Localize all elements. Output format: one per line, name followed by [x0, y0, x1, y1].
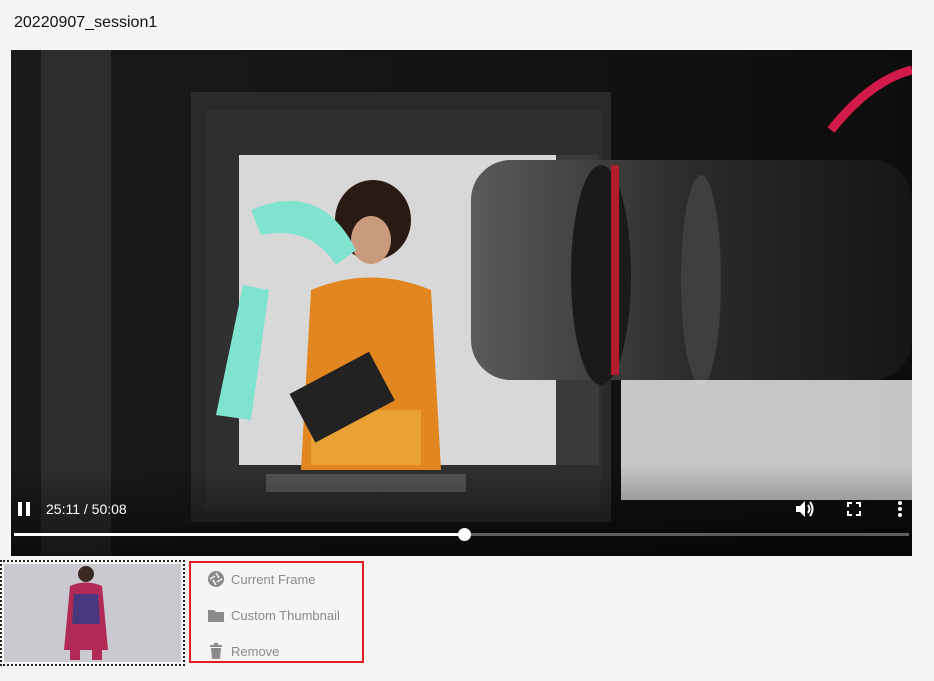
custom-thumbnail-option[interactable]: Custom Thumbnail [207, 606, 340, 624]
progress-bar[interactable] [14, 528, 909, 541]
remove-option[interactable]: Remove [207, 642, 279, 660]
more-vert-icon [898, 501, 902, 517]
thumbnail-image [4, 564, 181, 662]
folder-icon [207, 606, 225, 624]
current-frame-label: Current Frame [231, 571, 316, 587]
controls-gradient [11, 466, 912, 556]
session-title: 20220907_session1 [14, 14, 158, 31]
remove-label: Remove [231, 643, 280, 659]
more-options-button[interactable] [893, 498, 907, 520]
thumbnail-options-menu: Current Frame Custom Thumbnail Remove [189, 561, 364, 663]
progress-fill [14, 533, 465, 536]
thumbnail-picture [4, 564, 181, 662]
volume-icon [796, 501, 814, 517]
custom-thumbnail-label: Custom Thumbnail [231, 607, 340, 623]
fullscreen-icon [847, 502, 861, 516]
fullscreen-button[interactable] [843, 498, 865, 520]
video-player[interactable]: 25:11 / 50:08 [11, 50, 912, 556]
video-thumbnail[interactable] [0, 560, 185, 666]
trash-icon [207, 642, 225, 660]
volume-button[interactable] [793, 498, 817, 520]
pause-icon [18, 502, 30, 516]
current-frame-option[interactable]: Current Frame [207, 570, 316, 588]
progress-handle[interactable] [458, 528, 472, 541]
time-display: 25:11 / 50:08 [46, 501, 127, 517]
pause-button[interactable] [15, 498, 33, 520]
aperture-icon [207, 570, 225, 588]
